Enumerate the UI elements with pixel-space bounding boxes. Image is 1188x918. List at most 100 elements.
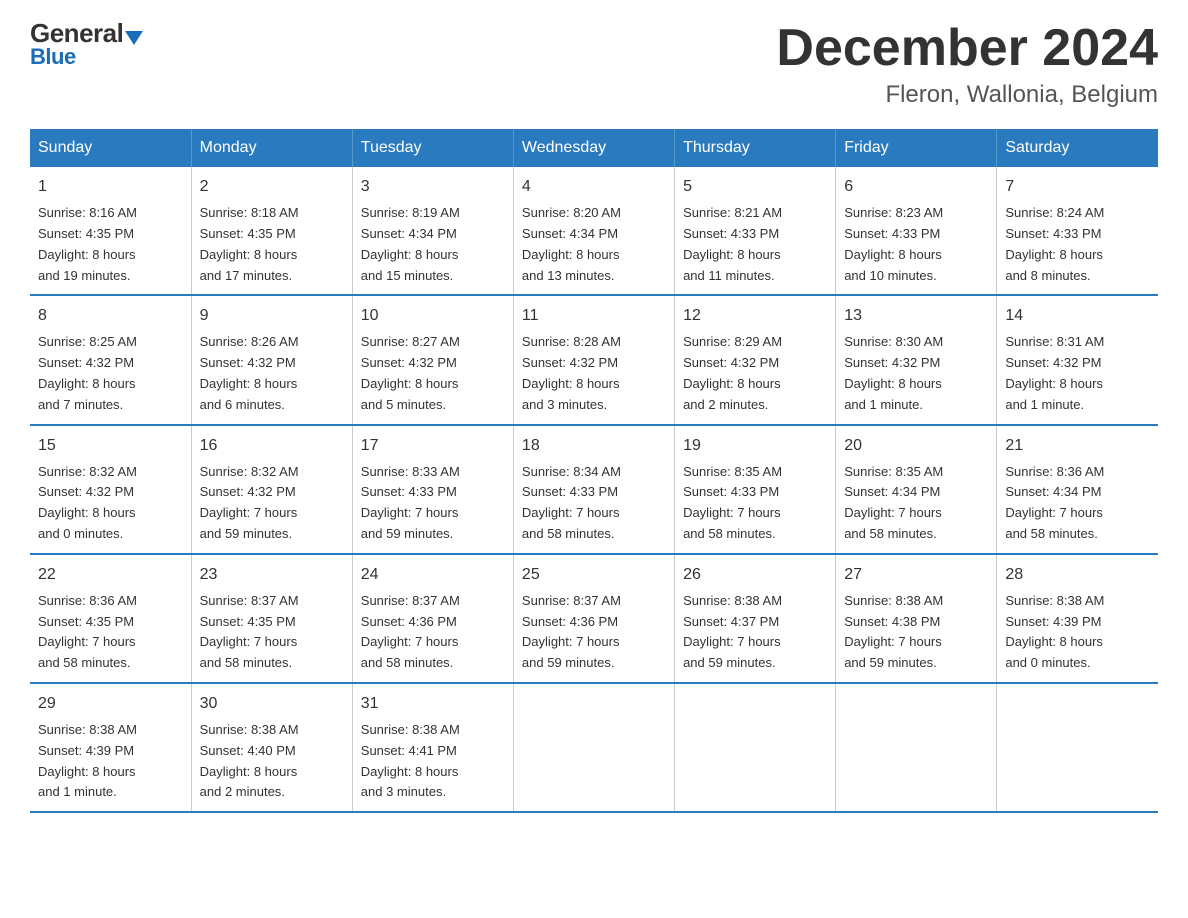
calendar-cell: 7Sunrise: 8:24 AM Sunset: 4:33 PM Daylig… — [997, 167, 1158, 295]
day-info: Sunrise: 8:21 AM Sunset: 4:33 PM Dayligh… — [683, 203, 827, 286]
logo: General Blue — [30, 20, 143, 68]
day-info: Sunrise: 8:36 AM Sunset: 4:34 PM Dayligh… — [1005, 462, 1150, 545]
day-number: 18 — [522, 434, 666, 458]
calendar-header: SundayMondayTuesdayWednesdayThursdayFrid… — [30, 129, 1158, 167]
day-number: 26 — [683, 563, 827, 587]
day-number: 3 — [361, 175, 505, 199]
day-number: 27 — [844, 563, 988, 587]
day-info: Sunrise: 8:28 AM Sunset: 4:32 PM Dayligh… — [522, 332, 666, 415]
calendar-cell: 11 Sunrise: 8:28 AM Sunset: 4:32 PM Dayli… — [513, 295, 674, 424]
calendar-table: SundayMondayTuesdayWednesdayThursdayFrid… — [30, 129, 1158, 813]
day-number: 5 — [683, 175, 827, 199]
day-number: 4 — [522, 175, 666, 199]
day-info: Sunrise: 8:27 AM Sunset: 4:32 PM Dayligh… — [361, 332, 505, 415]
day-number: 20 — [844, 434, 988, 458]
calendar-cell: 23Sunrise: 8:37 AM Sunset: 4:35 PM Dayli… — [191, 554, 352, 683]
calendar-cell: 29 Sunrise: 8:38 AM Sunset: 4:39 PM Dayli… — [30, 683, 191, 812]
day-info: Sunrise: 8:37 AM Sunset: 4:35 PM Dayligh… — [200, 591, 344, 674]
location-subtitle: Fleron, Wallonia, Belgium — [776, 81, 1158, 109]
day-number: 25 — [522, 563, 666, 587]
calendar-cell: 22Sunrise: 8:36 AM Sunset: 4:35 PM Dayli… — [30, 554, 191, 683]
calendar-cell: 28 Sunrise: 8:38 AM Sunset: 4:39 PM Dayli… — [997, 554, 1158, 683]
day-info: Sunrise: 8:37 AM Sunset: 4:36 PM Dayligh… — [522, 591, 666, 674]
day-number: 13 — [844, 304, 988, 328]
day-info: Sunrise: 8:18 AM Sunset: 4:35 PM Dayligh… — [200, 203, 344, 286]
day-info: Sunrise: 8:19 AM Sunset: 4:34 PM Dayligh… — [361, 203, 505, 286]
day-info: Sunrise: 8:37 AM Sunset: 4:36 PM Dayligh… — [361, 591, 505, 674]
calendar-cell — [513, 683, 674, 812]
calendar-cell: 9Sunrise: 8:26 AM Sunset: 4:32 PM Daylig… — [191, 295, 352, 424]
day-info: Sunrise: 8:26 AM Sunset: 4:32 PM Dayligh… — [200, 332, 344, 415]
day-info: Sunrise: 8:38 AM Sunset: 4:38 PM Dayligh… — [844, 591, 988, 674]
header-saturday: Saturday — [997, 129, 1158, 167]
day-info: Sunrise: 8:25 AM Sunset: 4:32 PM Dayligh… — [38, 332, 183, 415]
day-info: Sunrise: 8:29 AM Sunset: 4:32 PM Dayligh… — [683, 332, 827, 415]
day-info: Sunrise: 8:24 AM Sunset: 4:33 PM Dayligh… — [1005, 203, 1150, 286]
calendar-cell: 20 Sunrise: 8:35 AM Sunset: 4:34 PM Dayli… — [836, 425, 997, 554]
header-thursday: Thursday — [675, 129, 836, 167]
header-wednesday: Wednesday — [513, 129, 674, 167]
logo-line1: General — [30, 20, 143, 46]
header-friday: Friday — [836, 129, 997, 167]
week-row-4: 22Sunrise: 8:36 AM Sunset: 4:35 PM Dayli… — [30, 554, 1158, 683]
calendar-cell: 24 Sunrise: 8:37 AM Sunset: 4:36 PM Dayli… — [352, 554, 513, 683]
day-info: Sunrise: 8:34 AM Sunset: 4:33 PM Dayligh… — [522, 462, 666, 545]
calendar-cell: 18 Sunrise: 8:34 AM Sunset: 4:33 PM Dayli… — [513, 425, 674, 554]
day-number: 19 — [683, 434, 827, 458]
day-number: 6 — [844, 175, 988, 199]
day-info: Sunrise: 8:32 AM Sunset: 4:32 PM Dayligh… — [38, 462, 183, 545]
page-header: General Blue December 2024 Fleron, Wallo… — [30, 20, 1158, 109]
day-number: 15 — [38, 434, 183, 458]
day-number: 2 — [200, 175, 344, 199]
calendar-cell: 25 Sunrise: 8:37 AM Sunset: 4:36 PM Dayli… — [513, 554, 674, 683]
day-info: Sunrise: 8:38 AM Sunset: 4:39 PM Dayligh… — [38, 720, 183, 803]
calendar-cell: 8 Sunrise: 8:25 AM Sunset: 4:32 PM Daylig… — [30, 295, 191, 424]
week-row-5: 29 Sunrise: 8:38 AM Sunset: 4:39 PM Dayli… — [30, 683, 1158, 812]
day-number: 30 — [200, 692, 344, 716]
day-number: 28 — [1005, 563, 1150, 587]
day-number: 11 — [522, 304, 666, 328]
calendar-cell: 26 Sunrise: 8:38 AM Sunset: 4:37 PM Dayli… — [675, 554, 836, 683]
calendar-cell: 21 Sunrise: 8:36 AM Sunset: 4:34 PM Dayli… — [997, 425, 1158, 554]
day-info: Sunrise: 8:38 AM Sunset: 4:39 PM Dayligh… — [1005, 591, 1150, 674]
header-monday: Monday — [191, 129, 352, 167]
calendar-cell: 30 Sunrise: 8:38 AM Sunset: 4:40 PM Dayli… — [191, 683, 352, 812]
day-number: 12 — [683, 304, 827, 328]
day-number: 14 — [1005, 304, 1150, 328]
calendar-cell: 13 Sunrise: 8:30 AM Sunset: 4:32 PM Dayli… — [836, 295, 997, 424]
calendar-body: 1 Sunrise: 8:16 AM Sunset: 4:35 PM Daylig… — [30, 167, 1158, 812]
day-number: 22 — [38, 563, 183, 587]
calendar-cell: 5 Sunrise: 8:21 AM Sunset: 4:33 PM Daylig… — [675, 167, 836, 295]
calendar-cell: 10Sunrise: 8:27 AM Sunset: 4:32 PM Dayli… — [352, 295, 513, 424]
calendar-cell: 3 Sunrise: 8:19 AM Sunset: 4:34 PM Daylig… — [352, 167, 513, 295]
day-info: Sunrise: 8:32 AM Sunset: 4:32 PM Dayligh… — [200, 462, 344, 545]
day-info: Sunrise: 8:35 AM Sunset: 4:33 PM Dayligh… — [683, 462, 827, 545]
calendar-cell: 27 Sunrise: 8:38 AM Sunset: 4:38 PM Dayli… — [836, 554, 997, 683]
month-title: December 2024 — [776, 20, 1158, 77]
day-number: 8 — [38, 304, 183, 328]
calendar-cell — [836, 683, 997, 812]
day-info: Sunrise: 8:38 AM Sunset: 4:40 PM Dayligh… — [200, 720, 344, 803]
day-info: Sunrise: 8:20 AM Sunset: 4:34 PM Dayligh… — [522, 203, 666, 286]
day-number: 1 — [38, 175, 183, 199]
week-row-1: 1 Sunrise: 8:16 AM Sunset: 4:35 PM Daylig… — [30, 167, 1158, 295]
day-info: Sunrise: 8:35 AM Sunset: 4:34 PM Dayligh… — [844, 462, 988, 545]
week-row-3: 15 Sunrise: 8:32 AM Sunset: 4:32 PM Dayli… — [30, 425, 1158, 554]
calendar-cell: 12 Sunrise: 8:29 AM Sunset: 4:32 PM Dayli… — [675, 295, 836, 424]
day-number: 24 — [361, 563, 505, 587]
day-number: 21 — [1005, 434, 1150, 458]
logo-line2: Blue — [30, 46, 143, 68]
calendar-cell — [997, 683, 1158, 812]
calendar-cell: 19 Sunrise: 8:35 AM Sunset: 4:33 PM Dayli… — [675, 425, 836, 554]
day-number: 29 — [38, 692, 183, 716]
day-info: Sunrise: 8:38 AM Sunset: 4:37 PM Dayligh… — [683, 591, 827, 674]
day-number: 31 — [361, 692, 505, 716]
week-row-2: 8 Sunrise: 8:25 AM Sunset: 4:32 PM Daylig… — [30, 295, 1158, 424]
calendar-cell: 2 Sunrise: 8:18 AM Sunset: 4:35 PM Daylig… — [191, 167, 352, 295]
calendar-cell — [675, 683, 836, 812]
calendar-cell: 15 Sunrise: 8:32 AM Sunset: 4:32 PM Dayli… — [30, 425, 191, 554]
calendar-cell: 14Sunrise: 8:31 AM Sunset: 4:32 PM Dayli… — [997, 295, 1158, 424]
day-info: Sunrise: 8:30 AM Sunset: 4:32 PM Dayligh… — [844, 332, 988, 415]
day-info: Sunrise: 8:16 AM Sunset: 4:35 PM Dayligh… — [38, 203, 183, 286]
header-row: SundayMondayTuesdayWednesdayThursdayFrid… — [30, 129, 1158, 167]
